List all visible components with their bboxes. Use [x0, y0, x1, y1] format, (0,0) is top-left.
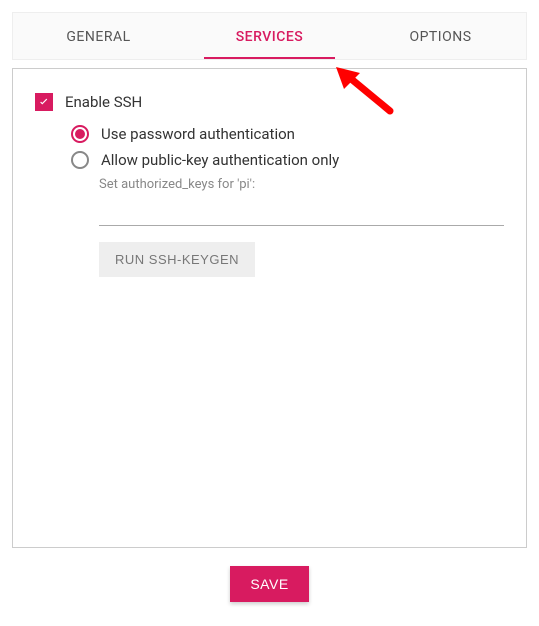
run-ssh-keygen-button[interactable]: RUN SSH-KEYGEN — [99, 242, 255, 277]
authorized-keys-input[interactable] — [99, 198, 504, 226]
auth-password-row[interactable]: Use password authentication — [71, 125, 504, 143]
tab-bar: GENERAL SERVICES OPTIONS — [12, 12, 527, 60]
save-button[interactable]: SAVE — [230, 566, 308, 602]
tab-options[interactable]: OPTIONS — [355, 13, 526, 59]
auth-password-radio[interactable] — [71, 125, 89, 143]
authorized-keys-hint: Set authorized_keys for 'pi': — [99, 177, 504, 192]
auth-pubkey-radio[interactable] — [71, 151, 89, 169]
services-panel: Enable SSH Use password authentication A… — [12, 68, 527, 548]
tab-services[interactable]: SERVICES — [184, 13, 355, 59]
auth-password-label: Use password authentication — [101, 125, 295, 143]
save-row: SAVE — [12, 566, 527, 602]
enable-ssh-label: Enable SSH — [65, 93, 142, 111]
enable-ssh-checkbox[interactable] — [35, 93, 53, 111]
tab-general[interactable]: GENERAL — [13, 13, 184, 59]
checkmark-icon — [37, 95, 51, 109]
authorized-keys-section: Set authorized_keys for 'pi': RUN SSH-KE… — [99, 177, 504, 277]
auth-pubkey-row[interactable]: Allow public-key authentication only — [71, 151, 504, 169]
auth-pubkey-label: Allow public-key authentication only — [101, 151, 339, 169]
enable-ssh-row[interactable]: Enable SSH — [35, 93, 504, 111]
